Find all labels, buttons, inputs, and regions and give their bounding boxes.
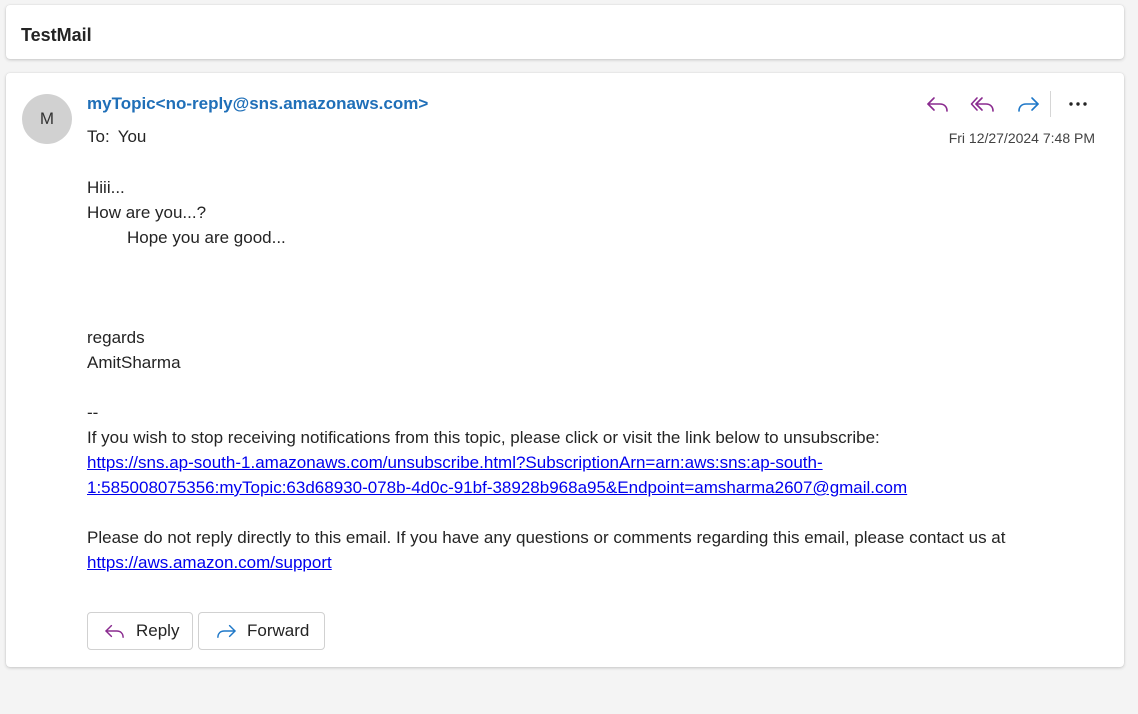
forward-button-label: Forward (247, 621, 310, 640)
reply-icon (104, 622, 126, 640)
recipient-you[interactable]: You (118, 127, 147, 146)
avatar-initial: M (39, 109, 55, 128)
reply-all-icon (970, 97, 994, 112)
message-actions (911, 91, 1096, 117)
message-date: Fri 12/27/2024 7:48 PM (948, 130, 1095, 146)
sender-avatar[interactable]: M (22, 94, 72, 144)
reply-button[interactable]: Reply (87, 612, 193, 650)
more-icon (1069, 102, 1087, 106)
forward-action-button[interactable] (1010, 91, 1046, 117)
body-greeting: Hiii... (87, 178, 125, 197)
forward-icon (1018, 97, 1039, 112)
sender-name[interactable]: myTopic<no-reply@sns.amazonaws.com> (87, 93, 428, 115)
message-card: M myTopic<no-reply@sns.amazonaws.com> To… (6, 73, 1124, 667)
body-signature: AmitSharma (87, 353, 181, 372)
reply-button-label: Reply (136, 621, 180, 640)
reply-icon (927, 97, 948, 112)
body-question: How are you...? (87, 203, 207, 222)
subject-header: TestMail (6, 5, 1124, 59)
forward-icon (215, 622, 237, 640)
unsubscribe-text: If you wish to stop receiving notificati… (87, 428, 880, 447)
body-regards: regards (87, 328, 145, 347)
to-label: To: (87, 127, 110, 146)
reply-action-button[interactable] (920, 91, 956, 117)
unsubscribe-link-continued[interactable]: 1:585008075356:myTopic:63d68930-078b-4d0… (87, 478, 907, 497)
support-link[interactable]: https://aws.amazon.com/support (87, 553, 332, 572)
email-subject: TestMail (21, 25, 92, 45)
unsubscribe-link[interactable]: https://sns.ap-south-1.amazonaws.com/uns… (87, 453, 823, 472)
message-body: Hiii... How are you...? Hope you are goo… (87, 175, 1005, 575)
actions-divider (1050, 91, 1051, 117)
recipient-line: To: You (87, 126, 146, 148)
no-reply-notice: Please do not reply directly to this ema… (87, 528, 1006, 547)
forward-button[interactable]: Forward (198, 612, 325, 650)
body-separator: -- (87, 403, 99, 422)
reply-all-action-button[interactable] (965, 91, 1001, 117)
body-wish: Hope you are good... (127, 228, 286, 247)
more-actions-button[interactable] (1060, 91, 1096, 117)
